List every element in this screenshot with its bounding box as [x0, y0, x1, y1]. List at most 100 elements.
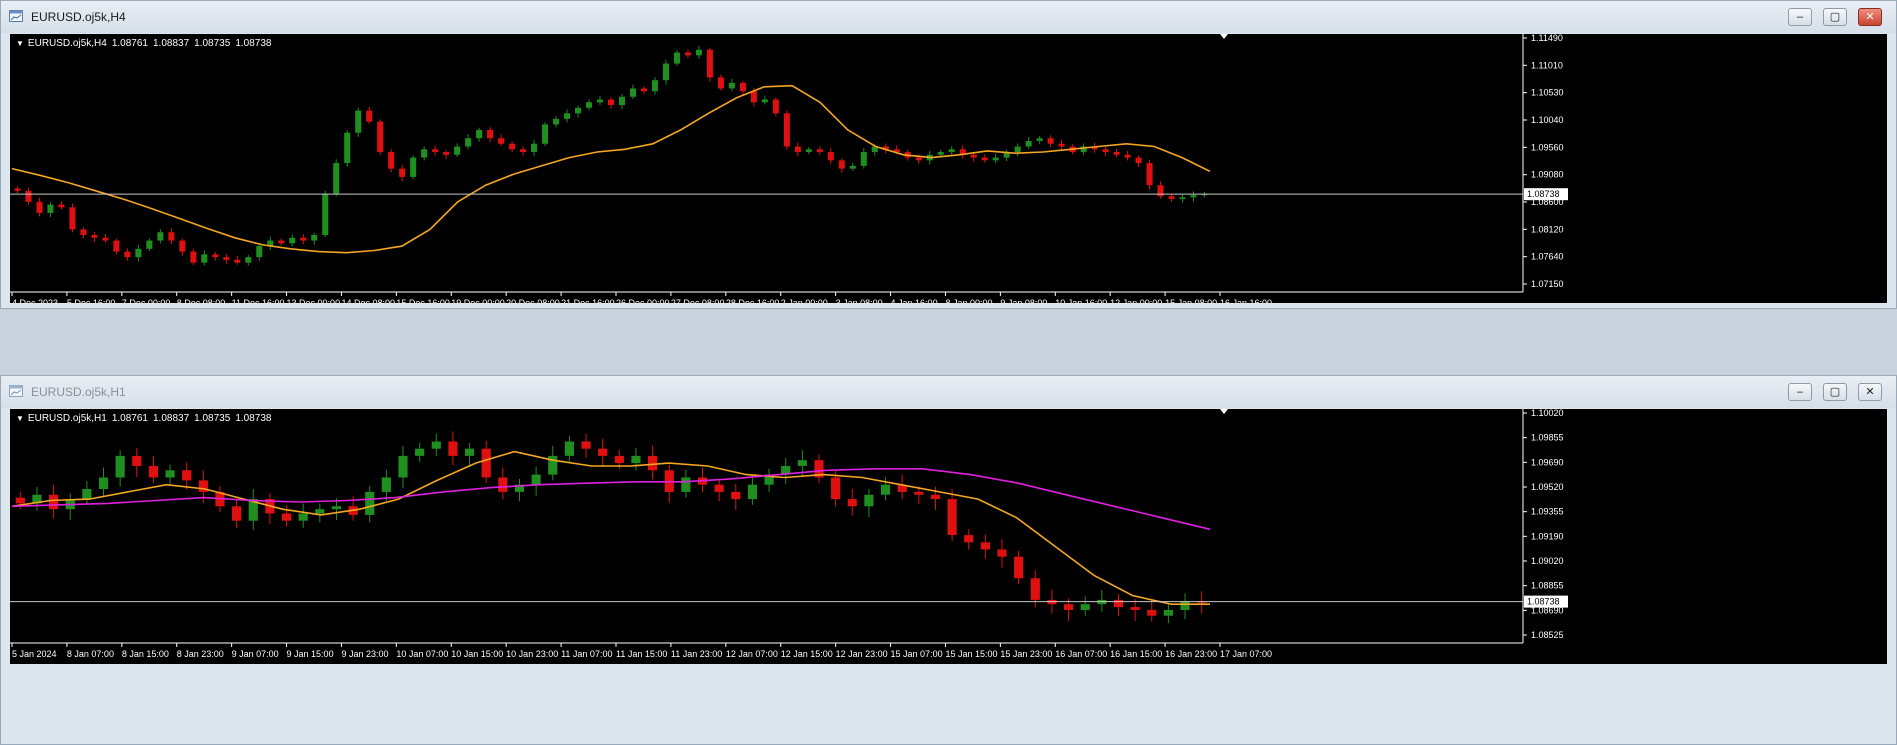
candle-body	[827, 152, 834, 161]
candle-body	[831, 477, 841, 500]
candle-body	[124, 251, 131, 258]
maximize-button[interactable]: ▢	[1823, 8, 1847, 26]
candle-body	[179, 240, 186, 252]
candle-body	[410, 157, 417, 177]
time-tick-label: 8 Jan 23:00	[177, 649, 224, 659]
candle-body	[234, 259, 241, 263]
candle-body	[930, 494, 941, 500]
time-tick-label: 2 Jan 00:00	[781, 298, 828, 303]
candle-body	[880, 484, 891, 495]
chart-canvas[interactable]: 1.10020 1.09855 1.09690 1.09520 1.09355 1.091…	[10, 409, 1887, 664]
time-tick-label: 17 Jan 07:00	[1220, 649, 1272, 659]
close-button[interactable]: ✕	[1858, 383, 1882, 401]
candle-body	[157, 232, 164, 241]
candle-body	[421, 149, 428, 158]
candle-body	[377, 121, 384, 153]
candle-body	[1113, 599, 1124, 608]
time-tick-label: 26 Dec 00:00	[616, 298, 670, 303]
time-tick-label: 20 Dec 08:00	[506, 298, 560, 303]
close-button[interactable]: ✕	[1858, 8, 1882, 26]
candle-body	[805, 149, 812, 153]
candle-body	[98, 477, 109, 489]
time-tick-label: 19 Dec 00:00	[451, 298, 505, 303]
candle-body	[838, 160, 845, 169]
candle-body	[564, 441, 574, 456]
chart-window-icon	[9, 385, 23, 397]
time-tick-label: 8 Jan 15:00	[122, 649, 169, 659]
candle-body	[331, 506, 342, 510]
candle-body	[432, 149, 439, 153]
candle-body	[443, 152, 450, 155]
candle-body	[631, 455, 641, 464]
candle-body	[739, 82, 746, 92]
candle-body	[947, 499, 957, 536]
time-tick-label: 27 Dec 08:00	[671, 298, 725, 303]
window-titlebar[interactable]: EURUSD.oj5k,H1 ‒ ▢ ✕	[1, 376, 1896, 408]
price-tick-label: 1.07150	[1531, 279, 1564, 289]
candle-body	[783, 113, 790, 147]
chart-canvas[interactable]: 1.11490 1.11010 1.10530 1.10040 1.09560 1.090…	[10, 34, 1887, 303]
candle-body	[1047, 138, 1054, 144]
candle-body	[1080, 604, 1090, 610]
time-tick-label: 5 Jan 2024	[12, 649, 57, 659]
candle-body	[69, 207, 76, 230]
minimize-button[interactable]: ‒	[1788, 8, 1812, 26]
candle-body	[681, 477, 691, 492]
candle-body	[182, 470, 192, 481]
time-tick-label: 12 Jan 23:00	[836, 649, 888, 659]
candle-body	[223, 257, 230, 260]
window-title: EURUSD.oj5k,H4	[31, 10, 126, 24]
time-tick-label: 10 Jan 07:00	[396, 649, 448, 659]
window-titlebar[interactable]: EURUSD.oj5k,H4 ‒ ▢ ✕	[1, 1, 1896, 33]
price-tick-label: 1.08855	[1531, 581, 1564, 591]
chart-window-h1[interactable]: EURUSD.oj5k,H1 ‒ ▢ ✕ ▼ EURUSD.oj5k,H1 1.08…	[0, 375, 1897, 745]
candle-body	[662, 63, 669, 81]
candle-body	[25, 190, 32, 202]
candle-body	[1168, 196, 1175, 200]
time-tick-label: 8 Jan 07:00	[67, 649, 114, 659]
candle-body	[640, 88, 647, 92]
candle-body	[15, 497, 25, 504]
chart-window-h4[interactable]: EURUSD.oj5k,H4 ‒ ▢ ✕ ▼ EURUSD.oj5k,H4 1.08…	[0, 0, 1897, 309]
candle-body	[113, 240, 120, 252]
candle-body	[860, 152, 867, 166]
candle-body	[797, 460, 807, 466]
candle-body	[476, 129, 483, 139]
chart-shift-marker	[1220, 34, 1228, 39]
candle-body	[82, 489, 92, 500]
time-tick-label: 16 Jan 23:00	[1165, 649, 1217, 659]
time-tick-label: 28 Dec 16:00	[726, 298, 780, 303]
time-tick-label: 21 Dec 16:00	[561, 298, 615, 303]
candle-body	[948, 149, 955, 153]
candle-body	[415, 448, 425, 456]
time-tick-label: 15 Jan 23:00	[1000, 649, 1052, 659]
price-tick-label: 1.10040	[1531, 115, 1564, 125]
candle-body	[36, 201, 43, 213]
price-axis	[1523, 34, 1887, 303]
candle-body	[1113, 152, 1120, 155]
candle-body	[481, 448, 491, 478]
time-tick-label: 11 Jan 23:00	[671, 649, 722, 659]
candle-body	[1179, 197, 1186, 200]
minimize-button[interactable]: ‒	[1788, 383, 1812, 401]
candle-body	[47, 204, 54, 213]
candle-body	[201, 254, 208, 263]
candle-body	[281, 513, 292, 521]
candle-body	[448, 441, 458, 456]
candle-body	[981, 157, 988, 161]
price-chart[interactable]: ▼ EURUSD.oj5k,H4 1.08761 1.08837 1.08735 1.08…	[10, 34, 1887, 303]
price-tick-label: 1.09190	[1531, 531, 1564, 541]
time-tick-label: 16 Jan 16:00	[1220, 298, 1272, 303]
candle-body	[915, 157, 922, 161]
candle-body	[542, 124, 549, 144]
current-price-label: 1.08738	[1527, 597, 1560, 607]
time-tick-label: 11 Jan 15:00	[616, 649, 667, 659]
time-tick-label: 16 Jan 15:00	[1110, 649, 1162, 659]
candle-body	[333, 163, 340, 194]
maximize-button[interactable]: ▢	[1823, 383, 1847, 401]
candle-body	[684, 52, 691, 56]
price-tick-label: 1.08525	[1531, 630, 1564, 640]
price-chart[interactable]: ▼ EURUSD.oj5k,H1 1.08761 1.08837 1.08735 1.08…	[10, 409, 1887, 664]
time-tick-label: 9 Jan 07:00	[232, 649, 279, 659]
time-tick-label: 4 Dec 2023	[12, 298, 58, 303]
